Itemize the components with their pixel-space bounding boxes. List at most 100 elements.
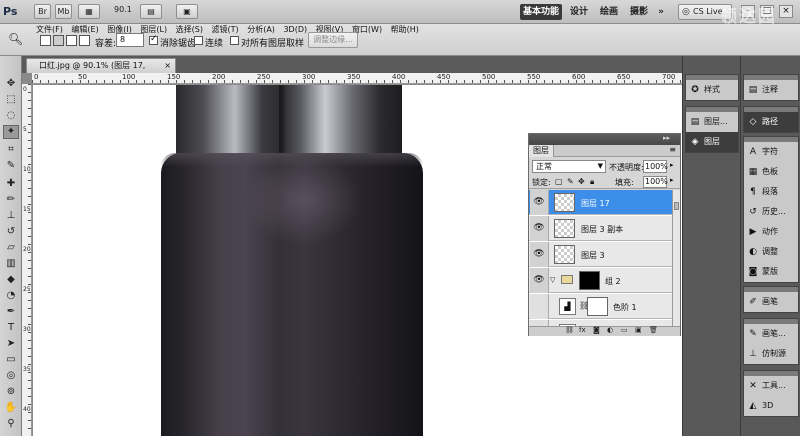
dodge-tool-icon[interactable]: ◔ [4,290,18,302]
layers-panel-header[interactable]: ▸▸ [529,134,680,145]
mini-bridge-button[interactable]: Mb [55,4,72,19]
sample-all-layers-checkbox[interactable] [230,36,239,45]
eyedropper-tool-icon[interactable]: ✎ [4,160,18,172]
add-selection-icon[interactable] [53,35,64,46]
delete-layer-icon[interactable]: 🗑︎ [649,326,658,334]
menu-layer[interactable]: 图层(L) [140,25,167,34]
healing-brush-tool-icon[interactable]: ✚ [4,178,18,190]
visibility-eye-icon[interactable]: 👁︎ [530,268,549,293]
blend-mode-select[interactable]: 正常 ▼ [532,160,606,173]
marquee-tool-icon[interactable]: ⬚ [4,94,18,106]
layers-scrollbar[interactable] [672,190,680,326]
tab-layers[interactable]: 图层 [529,145,554,157]
lock-transparency-icon[interactable]: ▢ [555,177,563,186]
menu-select[interactable]: 选择(S) [176,25,203,34]
panel-tool-presets-button[interactable]: ✕ 工具... [744,376,798,396]
panel-brush-presets-button[interactable]: ✎ 画笔... [744,324,798,344]
visibility-eye-slot[interactable] [530,294,549,319]
panel-masks-button[interactable]: ◙ 蒙版 [744,262,798,282]
workspace-design[interactable]: 设计 [566,4,592,20]
lock-all-icon[interactable]: 🔒︎ [590,177,594,187]
magic-wand-preset-icon[interactable]: 🔍︎ [8,32,26,48]
vertical-ruler[interactable]: 0 5 10 15 20 25 30 35 40 [22,84,32,436]
panel-history-button[interactable]: ↺ 历史... [744,202,798,222]
document-close-icon[interactable]: × [164,59,171,73]
adjustment-layer-row[interactable]: ▟ ⛓ 色阶 1 [529,294,672,319]
workspace-photography[interactable]: 摄影 [626,4,652,20]
group-row[interactable]: 👁︎ ▽ 组 2 [529,268,672,293]
menu-help[interactable]: 帮助(H) [391,25,419,34]
pen-tool-icon[interactable]: ✒ [4,306,18,318]
add-mask-icon[interactable]: ◙ [593,326,600,334]
panel-paths-button[interactable]: ◇ 路径 [744,112,798,132]
visibility-eye-icon[interactable]: 👁︎ [530,190,549,215]
menu-edit[interactable]: 编辑(E) [71,25,98,34]
panel-layers-button[interactable]: ◈ 图层 [686,132,738,152]
zoom-level[interactable]: 90.1 [114,5,132,14]
fill-input[interactable]: 100% [643,176,668,188]
opacity-slider-icon[interactable]: ▸ [670,161,674,169]
menu-3d[interactable]: 3D(D) [283,25,307,34]
eraser-tool-icon[interactable]: ▱ [4,242,18,254]
expand-triangle-icon[interactable]: ▽ [550,276,555,284]
crop-tool-icon[interactable]: ⌗ [4,144,18,156]
document-tab[interactable]: 口红.jpg @ 90.1% (图层 17, RGB/8) * × [26,58,176,84]
brush-tool-icon[interactable]: ✏ [4,194,18,206]
lock-pixels-icon[interactable]: ✎ [567,177,574,186]
intersect-selection-icon[interactable] [79,35,90,46]
screen-mode-button[interactable]: ▣ [176,4,198,19]
link-layers-icon[interactable]: ⛓ [565,326,574,334]
close-button[interactable]: × [779,5,793,18]
subtract-selection-icon[interactable] [66,35,77,46]
view-extras-button[interactable]: ▦ [78,4,100,19]
refine-edge-button[interactable]: 调整边缘... [308,32,358,48]
path-selection-tool-icon[interactable]: ➤ [4,338,18,350]
panel-adjustments-button[interactable]: ◐ 调整 [744,242,798,262]
fill-slider-icon[interactable]: ▸ [670,176,674,184]
visibility-eye-icon[interactable]: 👁︎ [530,216,549,241]
panel-swatches-button[interactable]: ▦ 色板 [744,162,798,182]
scrollbar-thumb[interactable] [674,202,679,210]
menu-file[interactable]: 文件(F) [36,25,63,34]
lasso-tool-icon[interactable]: ◌ [4,110,18,122]
blur-tool-icon[interactable]: ◆ [4,274,18,286]
antialias-checkbox[interactable] [149,34,158,45]
zoom-tool-icon[interactable]: ⚲ [4,418,18,430]
3d-rotate-tool-icon[interactable]: ◎ [4,370,18,382]
panel-clone-source-button[interactable]: ⊥ 仿制源 [744,344,798,364]
gradient-tool-icon[interactable]: ▥ [4,258,18,270]
workspace-painting[interactable]: 绘画 [596,4,622,20]
adjustment-layer-icon[interactable]: ◐ [607,326,613,334]
opacity-input[interactable]: 100% [643,160,668,173]
layer-row[interactable]: 👁︎ 图层 3 [529,242,672,267]
menu-analysis[interactable]: 分析(A) [247,25,275,34]
menu-filter[interactable]: 滤镜(T) [212,25,239,34]
new-selection-icon[interactable] [40,35,51,46]
lock-position-icon[interactable]: ✥ [578,177,585,186]
panel-actions-button[interactable]: ▶ 动作 [744,222,798,242]
panel-notes-button[interactable]: ▤ 注释 [744,80,798,100]
shape-tool-icon[interactable]: ▭ [4,354,18,366]
new-layer-icon[interactable]: ▣ [635,326,642,334]
arrange-documents-button[interactable]: ▤ [140,4,162,19]
contiguous-checkbox[interactable] [194,36,203,45]
more-workspaces-button[interactable]: » [655,4,667,20]
new-group-icon[interactable]: ▭ [621,326,628,334]
type-tool-icon[interactable]: T [4,322,18,334]
panel-character-button[interactable]: A 字符 [744,142,798,162]
layer-row[interactable]: 👁︎ 图层 3 副本 [529,216,672,241]
clone-stamp-tool-icon[interactable]: ⊥ [4,210,18,222]
3d-orbit-tool-icon[interactable]: ⊚ [4,386,18,398]
panel-paragraph-button[interactable]: ¶ 段落 [744,182,798,202]
layer-row[interactable]: 👁︎ 图层 17 [529,190,672,215]
bridge-button[interactable]: Br [34,4,51,19]
panel-layer-comps-button[interactable]: ▤ 图层... [686,112,738,132]
workspace-essentials[interactable]: 基本功能 [520,4,562,20]
visibility-eye-icon[interactable]: 👁︎ [530,242,549,267]
horizontal-ruler[interactable]: 0 50 100 150 200 250 300 350 400 450 500… [32,73,682,84]
move-tool-icon[interactable]: ✥ [4,78,18,90]
layer-style-icon[interactable]: fx [579,326,586,334]
panel-styles-button[interactable]: ✪ 样式 [686,80,738,100]
panel-menu-icon[interactable]: ≡ [669,145,676,154]
panel-brushes-button[interactable]: ✐ 画笔 [744,292,798,312]
